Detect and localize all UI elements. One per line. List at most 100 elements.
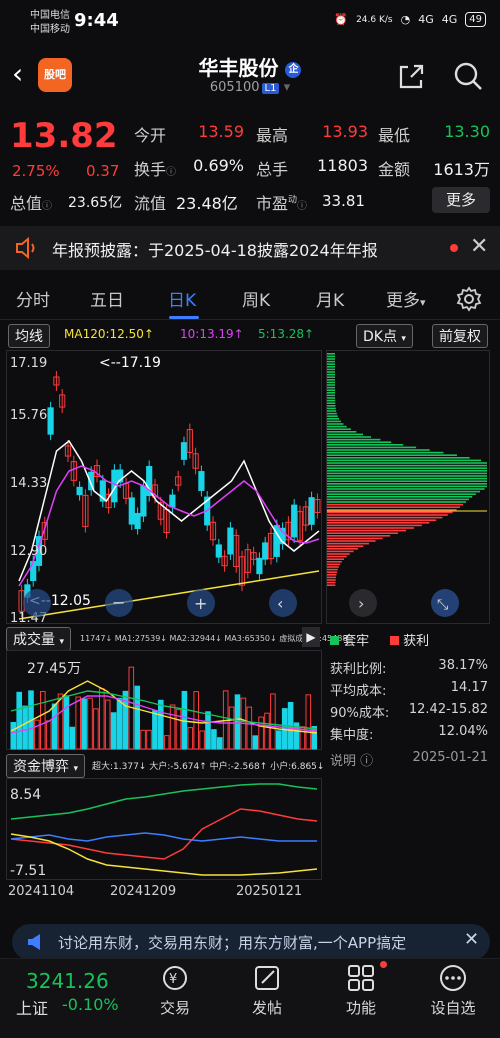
scroll-left-circle[interactable] (23, 589, 51, 617)
gear-icon[interactable] (456, 286, 482, 312)
notification-dot (380, 961, 387, 968)
tab-monthly-k[interactable]: 月K (316, 286, 344, 311)
info-icon[interactable]: ⓘ (166, 167, 176, 178)
trade-icon[interactable]: ¥ (160, 963, 190, 993)
y-label-4: 12.90 (10, 544, 47, 559)
chip-bar (327, 574, 337, 576)
volume-bar (146, 729, 152, 750)
change-pct: 2.75% (12, 162, 60, 180)
chip-bar (327, 384, 336, 386)
date-label-start: 20241104 (8, 884, 75, 899)
volume-chart[interactable]: 27.45万 (6, 650, 322, 750)
level-badge: L1 (261, 83, 280, 94)
ma5-line (18, 439, 320, 582)
volume-bar (16, 691, 22, 750)
kline-chart[interactable]: 17.19 15.76 14.33 12.90 11.47 <--17.19 <… (6, 350, 322, 626)
volume-bar (234, 694, 241, 750)
volume-bar (116, 697, 123, 750)
stat-label: 获利比例: (330, 662, 387, 677)
volume-bar (258, 716, 264, 750)
chip-bar (327, 358, 335, 360)
tab-daily-k[interactable]: 日K (168, 286, 196, 311)
stat-label: 集中度: (330, 728, 374, 743)
index-value[interactable]: 3241.26 (26, 969, 109, 993)
chip-bar (327, 467, 487, 469)
volume-bar (104, 699, 111, 750)
chip-bar (327, 506, 461, 508)
functions-icon[interactable] (346, 963, 376, 993)
fund-selector[interactable]: 资金博弈 ▾ (6, 754, 85, 778)
chip-bar (327, 454, 457, 456)
stat-row: 集中度: 12.04% (330, 724, 488, 743)
nav-functions[interactable]: 功能 (326, 997, 396, 1018)
indicator-selector-label: 均线 (15, 329, 43, 345)
search-icon[interactable] (452, 60, 484, 92)
tab-weekly-k[interactable]: 周K (242, 286, 270, 311)
more-button[interactable]: 更多 (432, 187, 490, 213)
ma10-value: 10:13.19↑ (180, 327, 244, 341)
explain-row[interactable]: 说明 ⓘ 2025-01-21 (330, 750, 488, 769)
pe-dynamic-mark: 动 (288, 195, 298, 206)
candle-body (76, 486, 83, 496)
pe-label-text: 市盈 (256, 194, 289, 213)
legend-profit-text: 获利 (403, 634, 430, 649)
chip-bar (327, 558, 344, 560)
ad-banner[interactable]: 讨论用东财，交易用东财；用东方财富,一个APP搞定 ✕ (12, 924, 490, 960)
chip-bar (327, 553, 350, 555)
adjust-button[interactable]: 前复权 (432, 324, 488, 348)
clock: 9:44 (74, 10, 119, 31)
y-label-max: 17.19 (10, 356, 47, 371)
more-dots-icon[interactable] (438, 963, 468, 993)
info-icon[interactable]: ⓘ (360, 754, 373, 769)
y-label-2: 15.76 (10, 408, 47, 423)
info-icon[interactable]: ⓘ (42, 201, 52, 212)
nav-post[interactable]: 发帖 (232, 997, 302, 1018)
info-icon[interactable]: ⓘ (297, 201, 307, 212)
nav-trade[interactable]: 交易 (140, 997, 210, 1018)
close-icon[interactable]: ✕ (470, 234, 488, 259)
chip-bar (327, 459, 482, 462)
low-value: 13.30 (444, 122, 490, 141)
chip-bar (327, 561, 342, 563)
candle-body (47, 407, 54, 435)
share-icon[interactable] (396, 62, 426, 92)
index-name[interactable]: 上证 (16, 995, 48, 1019)
post-icon[interactable] (252, 963, 282, 993)
volume-bar (93, 708, 99, 750)
chip-bar (327, 423, 344, 425)
unread-dot (450, 244, 458, 252)
tab-intraday[interactable]: 分时 (16, 286, 50, 311)
dk-point-label: DK点 (363, 329, 397, 345)
chip-bar (327, 446, 417, 449)
caret-down-icon: ▾ (420, 296, 426, 309)
tab-more[interactable]: 更多▾ (386, 286, 426, 311)
candle-body (140, 485, 147, 517)
notice-bar[interactable]: 年报预披露：于2025-04-18披露2024年年报 ✕ (0, 226, 500, 270)
chip-bar (327, 438, 381, 441)
indicator-selector[interactable]: 均线 (8, 324, 50, 348)
chip-bar (327, 441, 392, 443)
net-speed: 24.6 K/s (356, 14, 393, 25)
chip-bar (327, 509, 457, 511)
close-icon[interactable]: ✕ (464, 929, 479, 950)
dropdown-icon[interactable]: ▾ (284, 80, 291, 95)
chip-distribution[interactable]: › ⤡ (326, 350, 490, 624)
nav-watchlist[interactable]: 设自选 (418, 997, 488, 1018)
chip-bar (327, 428, 351, 430)
chip-bar (327, 480, 487, 482)
dk-point-button[interactable]: DK点 ▾ (356, 324, 413, 348)
volume-selector[interactable]: 成交量 ▾ (6, 627, 71, 651)
chip-bar (327, 550, 354, 553)
legend-trapped-text: 套牢 (343, 634, 370, 649)
chip-bar (327, 537, 383, 540)
panel-expand-icon[interactable]: ▶ (302, 627, 320, 647)
volume-bar (87, 697, 93, 750)
open-value: 13.59 (198, 122, 244, 141)
stock-code: 605100 (209, 80, 260, 95)
tab-five-day[interactable]: 五日 (90, 286, 124, 311)
explain-label: 说明 (330, 754, 357, 769)
megaphone-icon (28, 934, 40, 950)
fund-chart[interactable]: 8.54 -7.51 (6, 778, 322, 880)
high-marker: <--17.19 (99, 355, 161, 371)
chip-bar (327, 548, 359, 550)
